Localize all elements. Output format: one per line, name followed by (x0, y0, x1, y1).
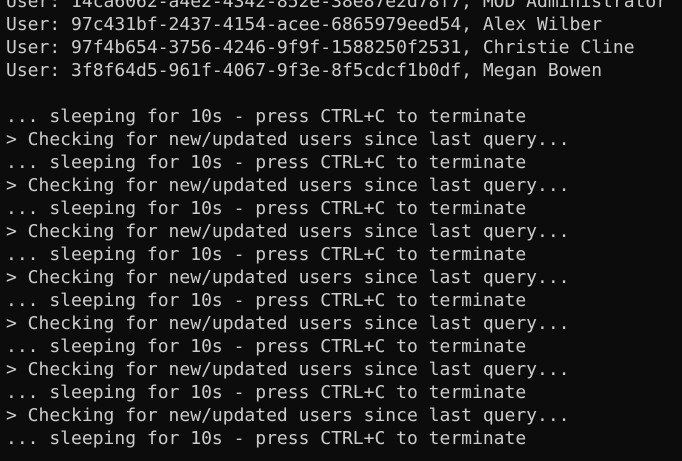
log-line: ... sleeping for 10s - press CTRL+C to t… (6, 382, 527, 403)
log-line: ... sleeping for 10s - press CTRL+C to t… (6, 428, 527, 449)
user-line: User: 97f4b654-3756-4246-9f9f-1588250f25… (6, 37, 635, 58)
user-line: User: 3f8f64d5-961f-4067-9f3e-8f5cdcf1b0… (6, 60, 603, 81)
terminal-window[interactable]: User: 14ca6062-a4e2-4342-852e-38e87e2d78… (0, 0, 682, 461)
log-line: ... sleeping for 10s - press CTRL+C to t… (6, 106, 527, 127)
log-line: ... sleeping for 10s - press CTRL+C to t… (6, 336, 527, 357)
log-line: > Checking for new/updated users since l… (6, 221, 570, 242)
log-line: > Checking for new/updated users since l… (6, 175, 570, 196)
log-line: > Checking for new/updated users since l… (6, 359, 570, 380)
log-line: ... sleeping for 10s - press CTRL+C to t… (6, 290, 527, 311)
log-line: > Checking for new/updated users since l… (6, 405, 570, 426)
log-line: ... sleeping for 10s - press CTRL+C to t… (6, 244, 527, 265)
user-line: User: 14ca6062-a4e2-4342-852e-38e87e2d78… (6, 0, 668, 12)
log-line: ... sleeping for 10s - press CTRL+C to t… (6, 152, 527, 173)
terminal-output: User: 14ca6062-a4e2-4342-852e-38e87e2d78… (6, 0, 682, 450)
user-line: User: 97c431bf-2437-4154-acee-6865979eed… (6, 14, 603, 35)
log-line: > Checking for new/updated users since l… (6, 267, 570, 288)
log-line: > Checking for new/updated users since l… (6, 313, 570, 334)
log-line: ... sleeping for 10s - press CTRL+C to t… (6, 198, 527, 219)
log-line: > Checking for new/updated users since l… (6, 129, 570, 150)
